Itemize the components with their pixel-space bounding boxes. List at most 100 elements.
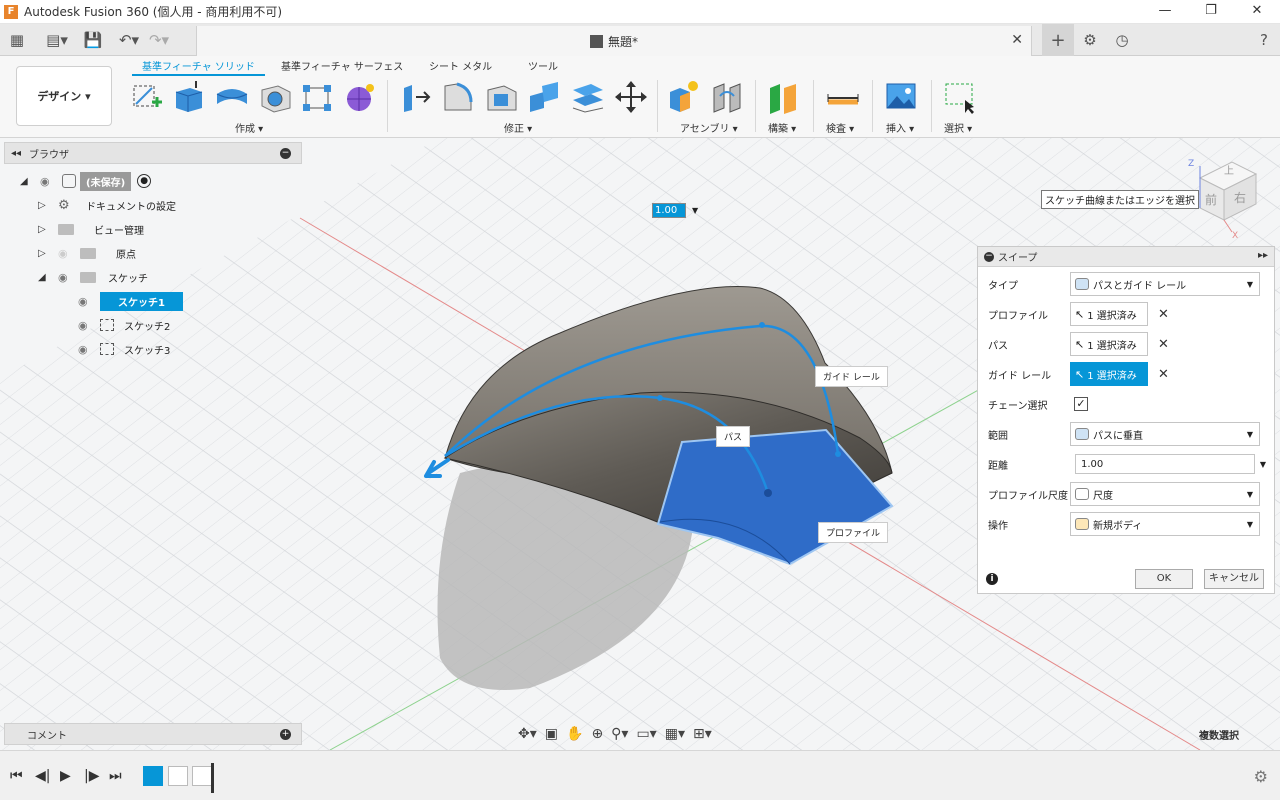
operation-dropdown[interactable]: 新規ボディ ▼ [1070,512,1260,536]
combine-icon[interactable] [528,80,562,114]
create-sketch-icon[interactable] [130,80,164,114]
minimize-button[interactable]: — [1142,0,1188,24]
tree-item-named-views[interactable]: ▷ ビュー管理 [38,219,150,239]
dialog-collapse-icon[interactable]: − [984,251,994,262]
timeline-marker[interactable] [211,763,214,793]
visibility-eye-icon[interactable]: ◉ [78,319,94,332]
expand-dialog-icon[interactable]: ▸▸ [1258,250,1268,261]
workspace-switcher[interactable]: デザイン ▾ [16,66,112,126]
job-status-icon[interactable]: ◷ [1106,24,1138,56]
visibility-eye-icon[interactable]: ◉ [78,295,94,308]
data-panel-grid-icon[interactable]: ▦ [4,27,30,53]
tree-item-sketch2[interactable]: ◉ スケッチ2 [78,315,176,335]
distance-dropdown-icon[interactable]: ▼ [692,206,698,215]
distance-manipulator[interactable]: 1.00 ▼ [652,203,698,218]
hidden-eye-icon[interactable]: ◉ [58,247,74,260]
clear-profile-icon[interactable]: ✕ [1158,307,1169,322]
clear-guide-rail-icon[interactable]: ✕ [1158,367,1169,382]
timeline-sketch1[interactable] [143,766,163,786]
comments-panel[interactable]: コメント + [4,723,302,745]
group-select[interactable]: 選択 ▾ [944,120,972,135]
group-modify[interactable]: 修正 ▾ [504,120,532,135]
chain-selection-checkbox[interactable]: ✓ [1074,397,1088,411]
file-menu-icon[interactable]: ▤▾ [44,27,70,53]
group-assembly[interactable]: アセンブリ ▾ [680,120,738,135]
tab-surface[interactable]: 基準フィーチャ サーフェス [281,58,403,73]
undo-icon[interactable]: ↶▾ [116,27,142,53]
tab-solid[interactable]: 基準フィーチャ ソリッド [132,58,265,76]
extrude-icon[interactable] [172,80,206,114]
offset-plane-icon[interactable] [766,80,800,114]
distance-input[interactable]: 1.00 ▼ [1075,454,1266,474]
joint-icon[interactable] [710,80,744,114]
shell-icon[interactable] [484,80,518,114]
group-inspect[interactable]: 検査 ▾ [826,120,854,135]
offset-face-icon[interactable] [571,80,605,114]
new-component-icon[interactable] [666,80,700,114]
orbit-icon[interactable]: ✥▾ [518,726,537,742]
group-insert[interactable]: 挿入 ▾ [886,120,914,135]
help-icon[interactable]: ? [1248,24,1280,56]
redo-icon[interactable]: ↷▾ [146,27,172,53]
expand-triangle-icon[interactable]: ◢ [20,176,32,187]
browser-minimize-icon[interactable]: − [280,148,291,159]
fillet-icon[interactable] [441,80,475,114]
zoom-icon[interactable]: ⊕ [591,726,603,742]
pattern-icon[interactable] [300,80,334,114]
close-window-button[interactable]: ✕ [1234,0,1280,24]
move-copy-icon[interactable] [614,80,648,114]
insert-image-icon[interactable] [884,80,918,114]
visibility-eye-icon[interactable]: ◉ [40,175,56,188]
guide-rail-select-button[interactable]: ↖ 1 選択済み [1070,362,1148,386]
save-icon[interactable]: 💾 [80,27,106,53]
browser-header[interactable]: ◂◂ ブラウザ − [4,142,302,164]
sweep-header[interactable]: − スイープ ▸▸ [978,247,1274,267]
pan-hand-icon[interactable]: ✋ [566,726,583,742]
fit-icon[interactable]: ⚲▾ [611,726,628,742]
tab-tools[interactable]: ツール [528,58,558,73]
measure-icon[interactable] [826,80,860,114]
go-to-start-icon[interactable]: ⏮ [10,768,23,784]
profile-scale-dropdown[interactable]: 尺度 ▼ [1070,482,1260,506]
expand-triangle-icon[interactable]: ▷ [38,224,50,235]
cancel-button[interactable]: キャンセル [1204,569,1264,589]
step-back-icon[interactable]: ◀| [35,768,50,784]
new-tab-button[interactable]: + [1042,24,1074,56]
ok-button[interactable]: OK [1135,569,1193,589]
visibility-eye-icon[interactable]: ◉ [58,271,74,284]
tree-item-sketches[interactable]: ◢ ◉ スケッチ [38,267,154,287]
look-at-icon[interactable]: ▣ [545,726,558,742]
visibility-eye-icon[interactable]: ◉ [78,343,94,356]
maximize-button[interactable]: ❐ [1188,0,1234,24]
extent-dropdown[interactable]: パスに垂直 ▼ [1070,422,1260,446]
clear-path-icon[interactable]: ✕ [1158,337,1169,352]
tree-item-origin[interactable]: ▷ ◉ 原点 [38,243,142,263]
group-construct[interactable]: 構築 ▾ [768,120,796,135]
chevron-down-icon[interactable]: ▼ [1260,460,1266,469]
grid-settings-icon[interactable]: ▦▾ [665,726,685,742]
create-form-icon[interactable] [343,80,377,114]
close-tab-icon[interactable]: ✕ [1011,32,1023,48]
add-comment-icon[interactable]: + [280,729,291,740]
timeline-settings-gear-icon[interactable]: ⚙ [1254,767,1268,786]
timeline-sketch2[interactable] [168,766,188,786]
distance-value-input[interactable]: 1.00 [652,203,686,218]
path-select-button[interactable]: ↖ 1 選択済み [1070,332,1148,356]
tree-item-sketch3[interactable]: ◉ スケッチ3 [78,339,176,359]
hole-icon[interactable] [258,80,292,114]
revolve-icon[interactable] [215,80,249,114]
press-pull-icon[interactable] [398,80,432,114]
profile-select-button[interactable]: ↖ 1 選択済み [1070,302,1148,326]
play-icon[interactable]: ▶ [60,768,71,784]
type-dropdown[interactable]: パスとガイド レール ▼ [1070,272,1260,296]
go-to-end-icon[interactable]: ⏭ [109,768,122,784]
display-settings-icon[interactable]: ▭▾ [636,726,656,742]
activate-radio-icon[interactable]: ● [137,174,152,188]
expand-triangle-icon[interactable]: ◢ [38,272,50,283]
tree-item-sketch1[interactable]: ◉ スケッチ1 [78,291,183,311]
document-tab[interactable]: 無題* ✕ [196,26,1032,56]
collapse-icon[interactable]: ◂◂ [11,148,21,159]
viewports-icon[interactable]: ⊞▾ [693,726,712,742]
tab-sheet-metal[interactable]: シート メタル [429,58,492,73]
expand-triangle-icon[interactable]: ▷ [38,248,50,259]
